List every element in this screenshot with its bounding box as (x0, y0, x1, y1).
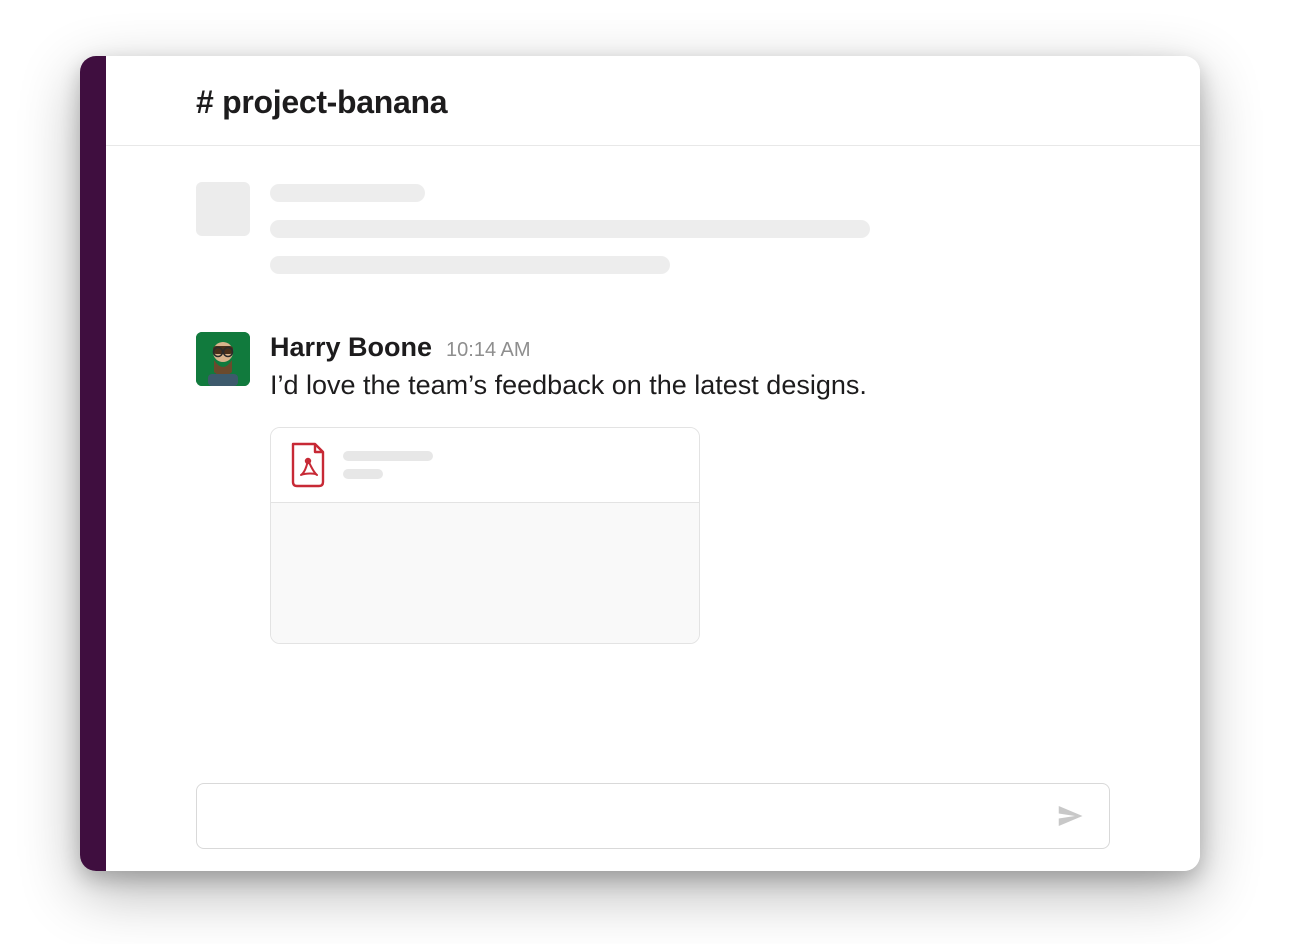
sidebar-stripe (80, 56, 106, 871)
channel-header: # project-banana (106, 56, 1200, 146)
message-text: I’d love the team’s feedback on the late… (270, 367, 1110, 403)
send-button[interactable] (1051, 797, 1089, 835)
sender-name[interactable]: Harry Boone (270, 332, 432, 363)
message-body: Harry Boone 10:14 AM I’d love the team’s… (270, 332, 1110, 644)
message-composer[interactable] (196, 783, 1110, 849)
message-header: Harry Boone 10:14 AM (270, 332, 1110, 363)
attachment-preview (271, 503, 699, 643)
channel-name[interactable]: # project-banana (196, 84, 1200, 121)
message-placeholder (196, 182, 1110, 292)
placeholder-line (270, 220, 870, 238)
pdf-file-icon (289, 442, 327, 488)
message-list: Harry Boone 10:14 AM I’d love the team’s… (106, 146, 1200, 783)
placeholder-avatar (196, 182, 250, 236)
placeholder-line (343, 451, 433, 461)
placeholder-line (270, 184, 425, 202)
sender-avatar[interactable] (196, 332, 250, 386)
attachment-header (271, 428, 699, 503)
message-timestamp: 10:14 AM (446, 339, 531, 362)
placeholder-lines (270, 182, 1110, 292)
message: Harry Boone 10:14 AM I’d love the team’s… (196, 332, 1110, 644)
channel-prefix: # (196, 84, 214, 120)
file-attachment[interactable] (270, 427, 700, 644)
send-icon (1055, 801, 1085, 831)
main-panel: # project-banana (106, 56, 1200, 871)
placeholder-line (343, 469, 383, 479)
channel-name-text: project-banana (222, 84, 447, 120)
composer-input[interactable] (217, 805, 1051, 828)
attachment-meta-placeholder (343, 451, 681, 479)
placeholder-line (270, 256, 670, 274)
chat-window: # project-banana (80, 56, 1200, 871)
